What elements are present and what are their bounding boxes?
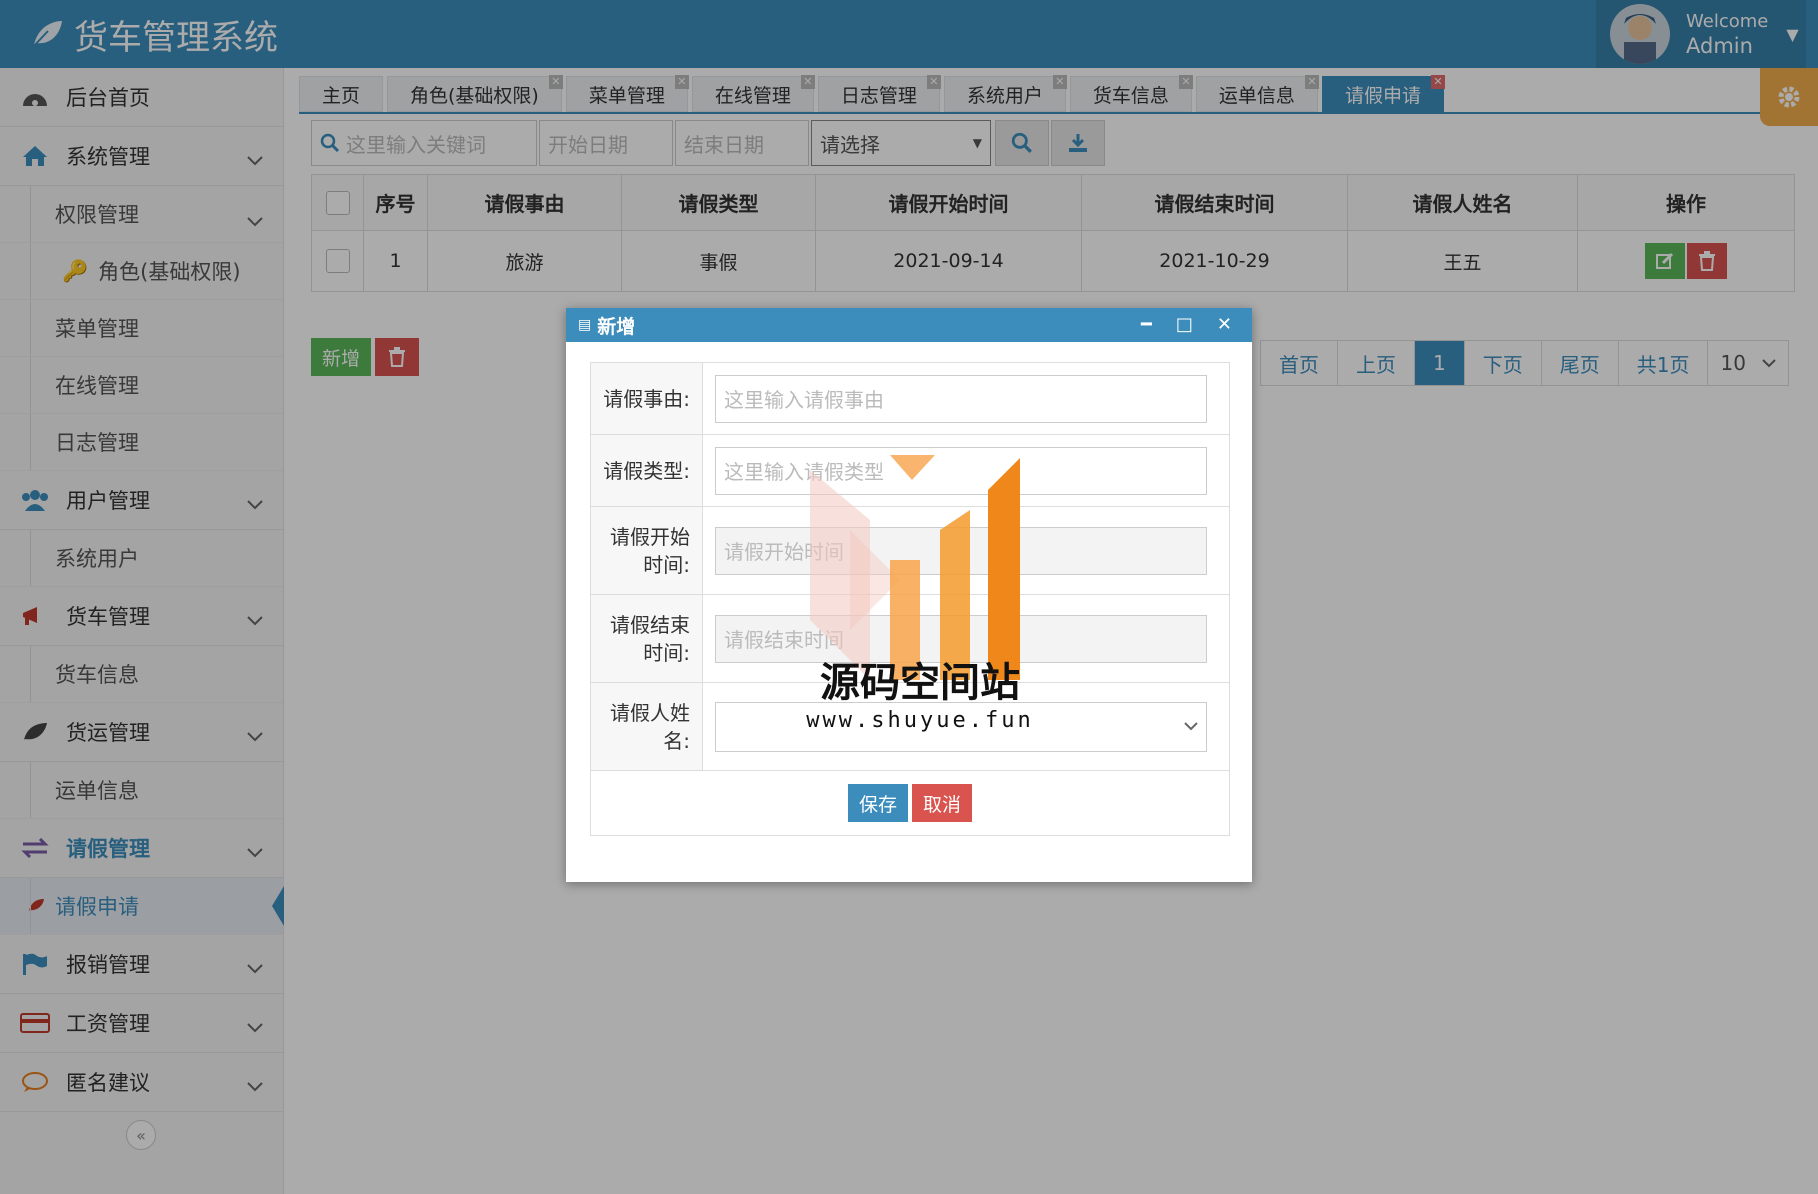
end-time-placeholder: 请假结束时间: [724, 628, 844, 652]
type-input[interactable]: 这里输入请假类型: [715, 446, 1207, 495]
save-button[interactable]: 保存: [848, 784, 908, 822]
dialog-header[interactable]: ▤ 新增 ━ □ ✕: [566, 308, 1252, 342]
window-icon: ▤: [578, 317, 592, 333]
watermark-url: www.shuyue.fun: [806, 708, 1034, 733]
add-leave-dialog: ▤ 新增 ━ □ ✕ 请假事由: 这里输入请假事由 请假类型: 这里输入请假类型…: [566, 308, 1252, 882]
form-row-type: 请假类型: 这里输入请假类型: [591, 435, 1229, 507]
field-label: 请假事由:: [591, 363, 703, 434]
minimize-icon[interactable]: ━: [1141, 314, 1152, 335]
start-time-placeholder: 请假开始时间: [724, 540, 844, 564]
cancel-button[interactable]: 取消: [912, 784, 972, 822]
watermark-title: 源码空间站: [820, 660, 1020, 706]
field-label: 请假人姓名:: [591, 683, 703, 770]
close-icon[interactable]: ✕: [1217, 314, 1232, 335]
chevron-down-icon: [1184, 722, 1198, 731]
reason-placeholder: 这里输入请假事由: [724, 388, 884, 412]
start-time-input[interactable]: 请假开始时间: [715, 526, 1207, 575]
field-label: 请假开始时间:: [591, 507, 703, 594]
type-placeholder: 这里输入请假类型: [724, 460, 884, 484]
form-buttons: 保存 取消: [591, 771, 1229, 835]
leave-form: 请假事由: 这里输入请假事由 请假类型: 这里输入请假类型 请假开始时间: 请假…: [590, 362, 1230, 836]
form-row-start: 请假开始时间: 请假开始时间: [591, 507, 1229, 595]
form-row-reason: 请假事由: 这里输入请假事由: [591, 363, 1229, 435]
reason-input[interactable]: 这里输入请假事由: [715, 374, 1207, 423]
maximize-icon[interactable]: □: [1176, 314, 1193, 335]
dialog-title: 新增: [597, 315, 636, 338]
field-label: 请假结束时间:: [591, 595, 703, 682]
field-label: 请假类型:: [591, 435, 703, 506]
